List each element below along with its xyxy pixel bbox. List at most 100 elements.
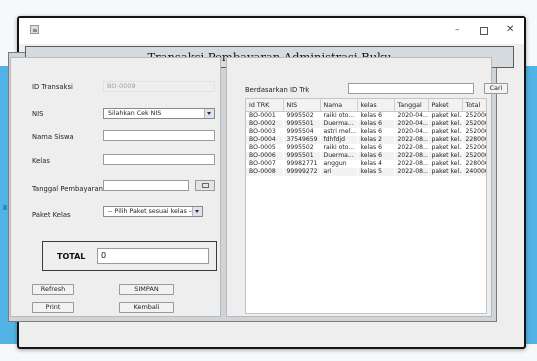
table-cell: paket kel... [428,111,463,120]
table-cell: 99999272 [283,168,321,176]
table-cell: 240000 [462,168,486,176]
nis-select[interactable]: Silahkan Cek NIS [103,108,215,119]
table-cell: 2022-08... [394,152,429,160]
column-header[interactable]: Tanggal [394,99,429,112]
nama-siswa-label: Nama Siswa [32,133,74,141]
table-cell: Duerma... [320,152,358,160]
kembali-button[interactable]: Kembali [119,302,174,313]
maximize-button[interactable] [480,27,488,35]
table-cell: 252000 [462,128,486,136]
table-cell: Duerma... [320,120,358,128]
table-cell: kelas 4 [357,160,395,168]
table-row[interactable]: BO-0002 9995501 Duerma... kelas 6 2020-04...… [246,120,486,128]
table-cell: paket kel... [428,120,463,128]
table-cell: paket kel... [428,152,463,160]
table-cell: kelas 6 [357,144,395,152]
column-header[interactable]: Total [462,99,486,112]
table-row[interactable]: BO-0001 9995502 raiki oto... kelas 6 2020-04… [246,111,486,120]
column-header[interactable]: Nama [320,99,358,112]
table-cell: 2022-08... [394,144,429,152]
table-cell: 2020-04... [394,111,429,120]
table-cell: 252000 [462,120,486,128]
table-cell: 9995502 [283,144,321,152]
date-picker-button[interactable] [195,180,215,191]
calendar-icon [202,183,209,188]
table-row[interactable]: BO-0004 37549659 fdhfdjd kelas 2 2022-08... p… [246,136,486,144]
column-header[interactable]: Id TRK [246,99,284,112]
java-app-icon [30,25,39,34]
table-cell: 9995502 [283,111,321,120]
chevron-down-icon [192,207,202,216]
table-cell: ari [320,168,358,176]
table-cell: 9995501 [283,120,321,128]
table-cell: paket kel... [428,144,463,152]
table-cell: raiki oto... [320,111,358,120]
kelas-input[interactable] [103,154,215,165]
table-cell: kelas 5 [357,168,395,176]
print-button[interactable]: Print [32,302,74,313]
table-cell: BO-0007 [246,160,284,168]
nama-siswa-input[interactable] [103,130,215,141]
column-header[interactable]: kelas [357,99,395,112]
table-row[interactable]: BO-0008 99999272 ari kelas 5 2022-08... paket… [246,168,486,176]
nis-select-value: Silahkan Cek NIS [108,110,162,117]
table-cell: anggun [320,160,358,168]
table-row[interactable]: BO-0003 9995504 astri mel... kelas 6 2020-04… [246,128,486,136]
table-cell: BO-0006 [246,152,284,160]
id-transaksi-label: ID Transaksi [32,83,73,91]
table-cell: fdhfdjd [320,136,358,144]
table-cell: 252000 [462,111,486,120]
table-cell: kelas 6 [357,120,395,128]
close-button[interactable]: ✕ [506,24,514,36]
id-transaksi-field: BO-0009 [103,81,215,92]
table-cell: BO-0005 [246,144,284,152]
table-cell: 252000 [462,152,486,160]
table-row[interactable]: BO-0005 9995502 raiki oto... kelas 6 2022-08… [246,144,486,152]
table-cell: paket kel... [428,136,463,144]
table-cell: BO-0004 [246,136,284,144]
table-row[interactable]: BO-0007 99982771 anggun kelas 4 2022-08... pa… [246,160,486,168]
minimize-button[interactable]: – [455,24,460,36]
transaction-table[interactable]: Id TRK NIS Nama kelas Tanggal Paket Tota… [245,98,487,314]
table-cell: kelas 6 [357,111,395,120]
table-cell: 2022-08... [394,136,429,144]
table-cell: 9995501 [283,152,321,160]
total-field: 0 [97,248,209,264]
total-box: TOTAL 0 [42,241,217,271]
column-header[interactable]: Paket [428,99,463,112]
search-label: Berdasarkan ID Trk [245,86,310,94]
simpan-button[interactable]: SIMPAN [119,284,174,295]
paket-kelas-select[interactable]: -- Pilih Paket sesuai kelas -- [103,206,203,217]
table-cell: 2020-04... [394,128,429,136]
table-cell: astri mel... [320,128,358,136]
search-input[interactable] [348,83,474,94]
table-cell: 2022-08... [394,168,429,176]
table-header-row: Id TRK NIS Nama kelas Tanggal Paket Tota… [246,99,486,112]
table-cell: paket kel... [428,168,463,176]
table-cell: paket kel... [428,160,463,168]
kelas-label: Kelas [32,157,50,165]
column-header[interactable]: NIS [283,99,321,112]
table-cell: BO-0002 [246,120,284,128]
nis-label: NIS [32,110,44,118]
tanggal-input[interactable] [103,180,189,191]
table-row[interactable]: BO-0006 9995501 Duerma... kelas 6 2022-08...… [246,152,486,160]
table-cell: 99982771 [283,160,321,168]
paket-kelas-label: Paket Kelas [32,211,71,219]
total-label: TOTAL [57,252,86,261]
table-cell: raiki oto... [320,144,358,152]
table-cell: 228000 [462,160,486,168]
table-cell: 2022-08... [394,160,429,168]
table-cell: kelas 6 [357,128,395,136]
refresh-button[interactable]: Refresh [32,284,74,295]
table-cell: paket kel... [428,128,463,136]
window-titlebar[interactable]: – ✕ [19,18,524,44]
desktop-marker [3,205,7,210]
table-cell: BO-0003 [246,128,284,136]
table-cell: BO-0001 [246,111,284,120]
cari-button[interactable]: Cari [484,83,508,94]
paket-kelas-select-value: -- Pilih Paket sesuai kelas -- [108,208,194,215]
chevron-down-icon [204,109,214,118]
table-cell: 9995504 [283,128,321,136]
tanggal-label: Tanggal Pembayaran [32,185,103,193]
